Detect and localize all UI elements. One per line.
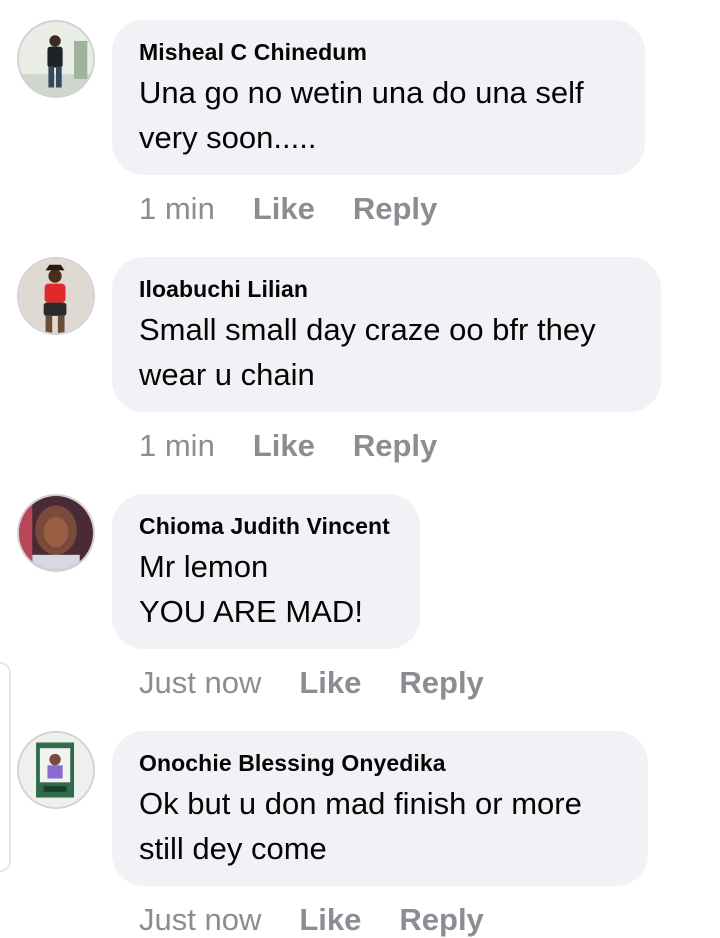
reply-button[interactable]: Reply xyxy=(399,902,483,938)
man-standing-photo-icon xyxy=(19,22,93,96)
comment-timestamp[interactable]: Just now xyxy=(139,902,261,938)
reply-button[interactable]: Reply xyxy=(353,428,437,464)
like-button[interactable]: Like xyxy=(253,428,315,464)
comment-text-line: Small small day craze oo bfr they xyxy=(139,312,596,347)
comment-author[interactable]: Iloabuchi Lilian xyxy=(139,275,635,303)
comment-text-line: very soon..... xyxy=(139,120,317,155)
comment-bubble: Chioma Judith Vincent Mr lemon YOU ARE M… xyxy=(112,494,420,649)
woman-red-top-photo-icon xyxy=(19,259,93,333)
comment-author[interactable]: Onochie Blessing Onyedika xyxy=(139,749,622,777)
like-button[interactable]: Like xyxy=(299,902,361,938)
comment-actions: 1 min Like Reply xyxy=(139,191,437,227)
like-button[interactable]: Like xyxy=(253,191,315,227)
side-panel-edge xyxy=(0,662,11,872)
comment-text-line: still dey come xyxy=(139,831,327,866)
comment-bubble: Onochie Blessing Onyedika Ok but u don m… xyxy=(112,731,648,886)
comment-text-line: YOU ARE MAD! xyxy=(139,594,363,629)
comment-actions: Just now Like Reply xyxy=(139,665,484,701)
avatar[interactable] xyxy=(17,20,95,98)
avatar[interactable] xyxy=(17,257,95,335)
like-button[interactable]: Like xyxy=(299,665,361,701)
comment-text-line: Mr lemon xyxy=(139,549,269,584)
comment-timestamp[interactable]: Just now xyxy=(139,665,261,701)
comment-actions: Just now Like Reply xyxy=(139,902,484,938)
reply-button[interactable]: Reply xyxy=(399,665,483,701)
avatar[interactable] xyxy=(17,494,95,572)
comment-timestamp[interactable]: 1 min xyxy=(139,428,215,464)
comment-bubble: Misheal C Chinedum Una go no wetin una d… xyxy=(112,20,645,175)
comment-text-line: wear u chain xyxy=(139,357,315,392)
printed-photo-frame-icon xyxy=(19,733,93,807)
comment-text-line: Ok but u don mad finish or more xyxy=(139,786,582,821)
comment-actions: 1 min Like Reply xyxy=(139,428,437,464)
avatar[interactable] xyxy=(17,731,95,809)
comment-author[interactable]: Misheal C Chinedum xyxy=(139,38,619,66)
woman-portrait-photo-icon xyxy=(19,496,93,570)
comment-timestamp[interactable]: 1 min xyxy=(139,191,215,227)
comment-text-line: Una go no wetin una do una self xyxy=(139,75,584,110)
comment-author[interactable]: Chioma Judith Vincent xyxy=(139,512,394,540)
comment-bubble: Iloabuchi Lilian Small small day craze o… xyxy=(112,257,661,412)
reply-button[interactable]: Reply xyxy=(353,191,437,227)
